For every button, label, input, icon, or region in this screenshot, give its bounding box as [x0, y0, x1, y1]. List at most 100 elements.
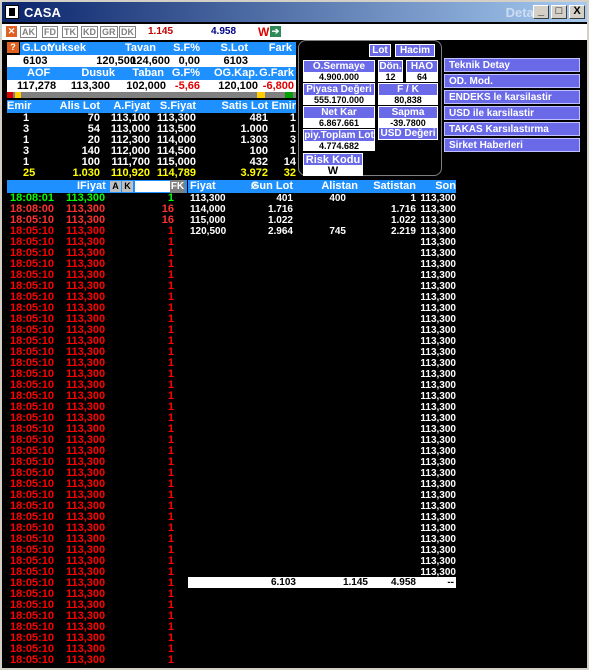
header-gun-lot: Gun Lot [250, 180, 293, 192]
distribution-row[interactable]: 113,300 401 400 1 113,300 [188, 193, 456, 204]
distribution-row[interactable]: 113,300 [188, 347, 456, 358]
depth-totals-row[interactable]: 25 1.030 110,920 114,789 3.972 32 [7, 168, 296, 179]
distribution-header: Fiyat ↗ Gun Lot Alistan Satistan Son [188, 180, 456, 193]
son-price: 113,300 [420, 193, 456, 204]
distribution-row[interactable]: 113,300 [188, 523, 456, 534]
distribution-cell: 401 [276, 193, 293, 204]
toolbar: ✕ AK FD TK KD GR DK 1.145 4.958 W ➔ [2, 24, 587, 40]
distribution-row[interactable]: 113,300 [188, 534, 456, 545]
toolbar-fd-button[interactable]: FD [42, 26, 58, 38]
minimize-button[interactable]: _ [533, 5, 549, 19]
toolbar-ak-button[interactable]: AK [20, 26, 37, 38]
distribution-row[interactable]: 113,300 [188, 556, 456, 567]
header-alistan: Alistan [321, 180, 358, 192]
son-price: 113,300 [420, 215, 456, 226]
header-glot: G.Lot [22, 42, 51, 54]
maximize-button[interactable]: □ [551, 5, 567, 19]
distribution-row[interactable]: 113,300 [188, 468, 456, 479]
distribution-row[interactable]: 113,300 [188, 336, 456, 347]
value-sermaye: 4.900.000 [303, 73, 375, 82]
distribution-row[interactable]: 113,300 [188, 479, 456, 490]
distribution-cell: 745 [329, 226, 346, 237]
son-price: 113,300 [420, 512, 456, 523]
sort-k-button[interactable]: K [122, 181, 133, 192]
trade-lot: 1 [167, 654, 174, 666]
header-taban: Taban [132, 67, 164, 79]
distribution-row[interactable]: 113,300 [188, 391, 456, 402]
trade-row[interactable]: 18:05:10 113,300 1 [10, 655, 174, 666]
toolbar-tk-button[interactable]: TK [62, 26, 78, 38]
distribution-row[interactable]: 120,500 2.964 745 2.219 113,300 [188, 226, 456, 237]
distribution-row[interactable]: 115,000 1.022 1.022 113,300 [188, 215, 456, 226]
distribution-cell: 1.022 [267, 215, 293, 226]
distribution-cell: 2.964 [267, 226, 293, 237]
distribution-row[interactable]: 113,300 [188, 270, 456, 281]
depth-cell: 114,789 [156, 167, 196, 179]
distribution-row[interactable]: 113,300 [188, 545, 456, 556]
son-price: 113,300 [420, 479, 456, 490]
menu-item[interactable]: ENDEKS le karsilastir [444, 90, 580, 104]
distribution-row[interactable]: 113,300 [188, 424, 456, 435]
distribution-row[interactable]: 113,300 [188, 457, 456, 468]
value-dusuk: 113,300 [70, 80, 110, 92]
menu-item[interactable]: USD ile karsilastir [444, 106, 580, 120]
header-sf: S.F% [173, 42, 200, 54]
menu-item[interactable]: Sirket Haberleri [444, 138, 580, 152]
arrow-right-icon[interactable]: ➔ [270, 26, 281, 37]
title-bar[interactable]: CASA Detay _ □ X [2, 2, 587, 22]
filter-input[interactable] [135, 181, 170, 192]
header-fark: Fark [268, 42, 292, 54]
value-hao: 64 [406, 73, 438, 82]
distribution-row[interactable]: 113,300 [188, 512, 456, 523]
distribution-row[interactable]: 113,300 [188, 259, 456, 270]
close-icon[interactable]: ✕ [6, 26, 17, 37]
distribution-row[interactable]: 113,300 [188, 237, 456, 248]
distribution-row[interactable]: 113,300 [188, 435, 456, 446]
distribution-row[interactable]: 113,300 [188, 413, 456, 424]
son-price: 113,300 [420, 259, 456, 270]
distribution-row[interactable]: 113,300 [188, 292, 456, 303]
son-price: 113,300 [420, 402, 456, 413]
distribution-row[interactable]: 113,300 [188, 369, 456, 380]
distribution-cell: 115,000 [190, 215, 226, 226]
trade-time: 18:05:10 [10, 654, 55, 666]
distribution-row[interactable]: 113,300 [188, 314, 456, 325]
distribution-cell: 400 [329, 193, 346, 204]
distribution-row[interactable]: 113,300 [188, 325, 456, 336]
sort-a-button[interactable]: A [110, 181, 121, 192]
toolbar-dk-button[interactable]: DK [119, 26, 136, 38]
header-gf: G.F% [171, 67, 200, 79]
distribution-cell: 1.022 [390, 215, 416, 226]
toolbar-kd-button[interactable]: KD [81, 26, 98, 38]
son-price: 113,300 [420, 391, 456, 402]
header-fiyat: Fiyat [190, 180, 216, 192]
value-sf: 0,00 [178, 55, 200, 67]
toolbar-gr-button[interactable]: GR [100, 26, 118, 38]
distribution-row[interactable]: 113,300 [188, 281, 456, 292]
value-risk: W [303, 166, 363, 177]
distribution-row[interactable]: 113,300 [188, 446, 456, 457]
distribution-row[interactable]: 113,300 [188, 248, 456, 259]
distribution-row[interactable]: 113,300 [188, 380, 456, 391]
distribution-row[interactable]: 114,000 1.716 1.716 113,300 [188, 204, 456, 215]
tab-hacim[interactable]: Hacim [395, 44, 435, 57]
distribution-row[interactable]: 113,300 [188, 501, 456, 512]
menu-item[interactable]: OD. Mod. [444, 74, 580, 88]
menu-item[interactable]: TAKAS Karsılastırma [444, 122, 580, 136]
distribution-row[interactable]: 113,300 [188, 402, 456, 413]
menu-item[interactable]: Teknik Detay [444, 58, 580, 72]
help-icon[interactable]: ? [7, 42, 19, 53]
value-aof: 117,278 [17, 80, 57, 92]
value-toplamlot: 4.774.682 [303, 142, 375, 151]
distribution-row[interactable]: 113,300 [188, 358, 456, 369]
distribution-row[interactable]: 113,300 [188, 303, 456, 314]
value-ogkap: 120,100 [218, 80, 258, 92]
tab-lot[interactable]: Lot [369, 44, 391, 57]
son-price: 113,300 [420, 468, 456, 479]
distribution-row[interactable]: 113,300 [188, 490, 456, 501]
close-button[interactable]: X [569, 5, 585, 19]
son-price: 113,300 [420, 237, 456, 248]
trade-price: 113,300 [66, 654, 106, 666]
header-yuksek: Yuksek [48, 42, 86, 54]
value-taban: 102,000 [126, 80, 166, 92]
